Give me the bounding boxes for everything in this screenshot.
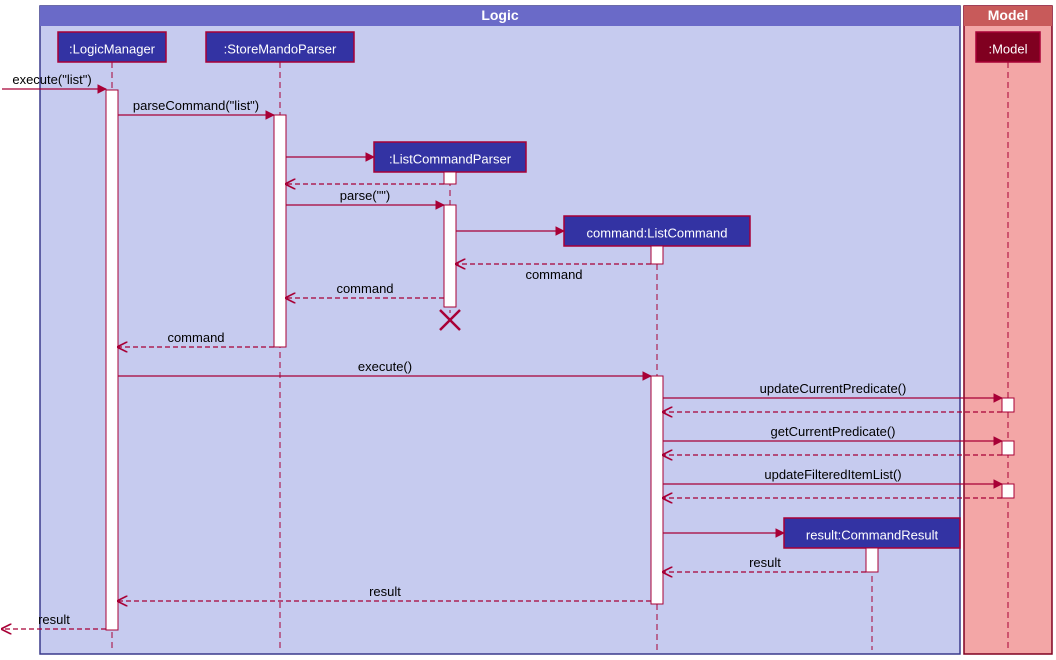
svg-text:command: command (336, 281, 393, 296)
svg-text:parseCommand("list"): parseCommand("list") (133, 98, 259, 113)
svg-text:updateFilteredItemList(): updateFilteredItemList() (764, 467, 901, 482)
svg-text:execute("list"): execute("list") (12, 72, 91, 87)
sequence-diagram: Logic Model :LogicManager :StoreMandoPar… (0, 0, 1056, 660)
participant-commandresult: result:CommandResult (784, 518, 960, 548)
svg-text::ListCommandParser: :ListCommandParser (389, 151, 512, 166)
svg-text:result: result (369, 584, 401, 599)
svg-text:result: result (38, 612, 70, 627)
svg-text:command: command (525, 267, 582, 282)
activation-lcp-create (444, 172, 456, 184)
activation-lc-execute (651, 376, 663, 604)
activation-model-2 (1002, 441, 1014, 455)
frame-logic-title: Logic (481, 7, 519, 23)
svg-text:command: command (167, 330, 224, 345)
frame-model-title: Model (988, 7, 1028, 23)
participant-model: :Model (976, 32, 1040, 62)
activation-model-1 (1002, 398, 1014, 412)
activation-lcp-parse (444, 205, 456, 307)
svg-text:result:CommandResult: result:CommandResult (806, 527, 939, 542)
svg-text::Model: :Model (988, 41, 1027, 56)
participant-logicmanager: :LogicManager (58, 32, 166, 62)
svg-text:parse(""): parse("") (340, 188, 390, 203)
svg-text::LogicManager: :LogicManager (69, 41, 156, 56)
svg-text::StoreMandoParser: :StoreMandoParser (224, 41, 337, 56)
activation-storemandoparser (274, 115, 286, 347)
svg-text:execute(): execute() (358, 359, 412, 374)
svg-text:getCurrentPredicate(): getCurrentPredicate() (771, 424, 896, 439)
activation-cr (866, 548, 878, 572)
activation-model-3 (1002, 484, 1014, 498)
svg-text:result: result (749, 555, 781, 570)
participant-storemandoparser: :StoreMandoParser (206, 32, 354, 62)
participant-listcommandparser: :ListCommandParser (374, 142, 526, 172)
svg-text:command:ListCommand: command:ListCommand (587, 225, 728, 240)
activation-logicmanager (106, 90, 118, 630)
svg-text:updateCurrentPredicate(): updateCurrentPredicate() (760, 381, 907, 396)
participant-listcommand: command:ListCommand (564, 216, 750, 246)
activation-lc-create (651, 246, 663, 264)
